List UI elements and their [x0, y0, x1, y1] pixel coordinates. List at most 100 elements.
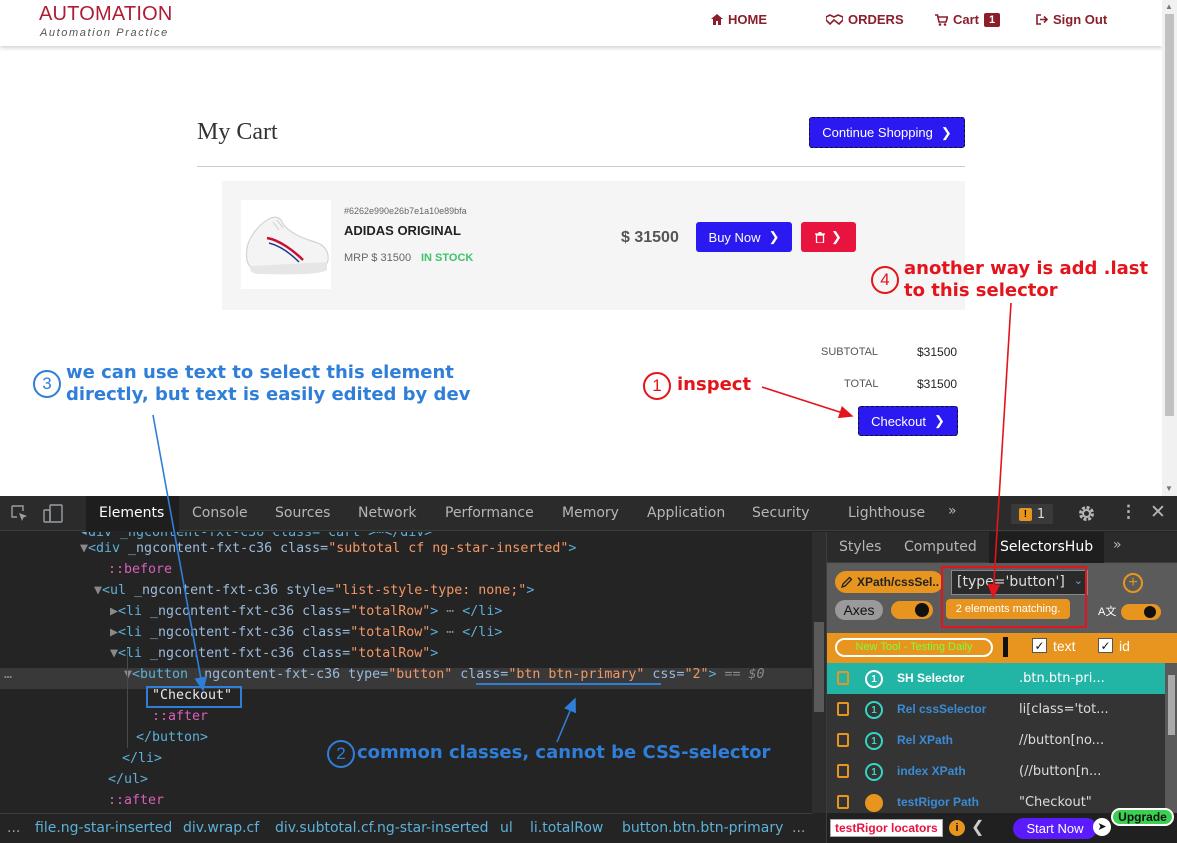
dom-scrollbar-thumb[interactable]: [814, 622, 824, 712]
dom-btn-attr2: class=: [460, 667, 509, 682]
copy-icon[interactable]: [837, 671, 849, 685]
chevron-right-icon: ❯: [940, 124, 952, 140]
continue-shopping-button[interactable]: Continue Shopping ❯: [809, 117, 965, 148]
selector-row[interactable]: 1 Rel cssSelector li[class='tot...: [827, 694, 1165, 725]
breadcrumb-item-selected[interactable]: button.btn.btn-primary: [622, 820, 783, 836]
annotation-number-4: 4: [871, 266, 899, 294]
axes-button[interactable]: Axes: [835, 600, 883, 620]
checkout-button[interactable]: Checkout ❯: [858, 406, 958, 436]
total-value: $31500: [917, 377, 958, 391]
cursor-icon: ➤: [1093, 818, 1111, 836]
tab-computed[interactable]: Computed: [904, 539, 977, 555]
mode-label: XPath/cssSel..: [857, 575, 940, 589]
product-mrp: MRP $ 31500: [344, 252, 412, 264]
more-options-icon[interactable]: ⋮: [1120, 502, 1137, 522]
annotation-highlight-box: [941, 566, 1087, 628]
dom-line-after2[interactable]: ::after: [108, 790, 164, 811]
dom-line-end-button[interactable]: </button>: [136, 727, 208, 748]
dom-end-ul: </ul>: [108, 772, 149, 787]
total-label: TOTAL: [844, 378, 879, 390]
breadcrumb-item[interactable]: file.ng-star-inserted: [35, 820, 172, 836]
nav-home-link[interactable]: HOME: [711, 12, 767, 27]
new-tool-button[interactable]: New Tool - Testing Daily: [835, 638, 993, 657]
breadcrumb-more[interactable]: ...: [7, 820, 20, 836]
selector-type: Rel XPath: [897, 733, 954, 747]
tab-security[interactable]: Security: [752, 505, 810, 521]
tab-network[interactable]: Network: [358, 505, 416, 521]
more-tabs-icon[interactable]: »: [948, 503, 957, 519]
mode-selector[interactable]: XPath/cssSel..: [835, 571, 943, 593]
dom-btn-attr1: _ngcontent-fxt-c36 type=: [196, 667, 389, 682]
dom-line-end-ul[interactable]: </ul>: [108, 769, 148, 790]
scroll-up-icon[interactable]: ▲: [1165, 2, 1173, 11]
cart-count-badge: 1: [984, 12, 1001, 27]
issues-button[interactable]: ! 1: [1011, 504, 1053, 524]
breadcrumb-item[interactable]: div.subtotal.cf.ng-star-inserted: [275, 820, 489, 836]
tab-elements[interactable]: Elements: [99, 505, 164, 521]
text-highlight-box: [146, 686, 242, 708]
dom-line-after[interactable]: ::after: [152, 706, 208, 727]
dom-scrollbar[interactable]: [812, 532, 826, 813]
breadcrumb-item[interactable]: li.totalRow: [530, 820, 603, 836]
copy-icon[interactable]: [837, 733, 849, 747]
selector-row[interactable]: 1 index XPath (//button[n...: [827, 756, 1165, 787]
chevron-left-icon[interactable]: ❮: [971, 817, 984, 837]
devtools-tabbar: Elements Console Sources Network Perform…: [0, 496, 1177, 531]
copy-icon[interactable]: [837, 702, 849, 716]
brand-title[interactable]: AUTOMATION: [39, 3, 172, 26]
start-now-button[interactable]: Start Now: [1013, 818, 1097, 839]
buy-now-button[interactable]: Buy Now ❯: [696, 222, 792, 252]
inspect-element-icon[interactable]: [11, 505, 29, 523]
axes-toggle[interactable]: [891, 601, 933, 619]
tab-styles[interactable]: Styles: [839, 539, 881, 555]
translate-icon[interactable]: A文: [1098, 603, 1116, 619]
text-checkbox[interactable]: ✓: [1032, 638, 1047, 653]
more-side-tabs-icon[interactable]: »: [1113, 537, 1122, 553]
breadcrumb-item[interactable]: div.wrap.cf: [183, 820, 259, 836]
copy-icon[interactable]: [837, 795, 849, 809]
dom-line-button[interactable]: ▼<button _ngcontent-fxt-c36 type="button…: [124, 664, 765, 685]
nav-orders-label: ORDERS: [848, 12, 904, 27]
tab-memory[interactable]: Memory: [562, 505, 619, 521]
delete-item-button[interactable]: ❯: [801, 222, 856, 252]
info-icon[interactable]: i: [949, 820, 965, 836]
tab-application[interactable]: Application: [647, 505, 725, 521]
settings-gear-icon[interactable]: [1077, 504, 1096, 523]
app-root: AUTOMATION Automation Practice HOME ORDE…: [0, 0, 1177, 843]
page-scrollbar[interactable]: ▲ ▼: [1162, 0, 1177, 496]
nav-cart-link[interactable]: Cart 1: [935, 12, 1001, 27]
lang-toggle[interactable]: [1121, 604, 1161, 620]
breadcrumb: ... file.ng-star-inserted div.wrap.cf di…: [0, 813, 812, 843]
selector-row[interactable]: 1 Rel XPath //button[no...: [827, 725, 1165, 756]
selector-row[interactable]: 1 SH Selector .btn.btn-pri...: [827, 663, 1165, 694]
tab-lighthouse[interactable]: Lighthouse: [848, 505, 925, 521]
page-scrollbar-thumb[interactable]: [1165, 14, 1174, 416]
scroll-down-icon[interactable]: ▼: [1165, 484, 1173, 493]
device-toolbar-icon[interactable]: [43, 504, 63, 523]
id-checkbox[interactable]: ✓: [1098, 638, 1113, 653]
tab-sources[interactable]: Sources: [275, 505, 330, 521]
arrow-to-checkout: [761, 386, 854, 419]
tab-selectorshub[interactable]: SelectorsHub: [1000, 539, 1093, 555]
home-icon: [711, 14, 723, 25]
breadcrumb-more[interactable]: ...: [792, 820, 805, 836]
tab-performance[interactable]: Performance: [445, 505, 534, 521]
testrigor-label: testRigor locators: [835, 821, 938, 835]
dom-ellipsis[interactable]: …: [4, 664, 12, 685]
dom-line-end-li[interactable]: </li>: [122, 748, 162, 769]
close-devtools-icon[interactable]: ✕: [1150, 501, 1166, 524]
add-icon[interactable]: +: [1123, 573, 1143, 593]
match-count-badge: 1: [865, 732, 883, 750]
copy-icon[interactable]: [837, 764, 849, 778]
annotation-3-line1: we can use text to select this element: [66, 362, 454, 383]
tab-console[interactable]: Console: [192, 505, 248, 521]
nav-orders-link[interactable]: ORDERS: [826, 12, 904, 27]
annotation-2-text: common classes, cannot be CSS-selector: [357, 742, 771, 763]
breadcrumb-item[interactable]: ul: [500, 820, 513, 836]
match-count-badge: 1: [865, 763, 883, 781]
nav-cart-label: Cart: [953, 12, 980, 27]
testrigor-locators-label[interactable]: testRigor locators: [830, 819, 943, 837]
divider: [197, 166, 965, 167]
issues-count: 1: [1036, 506, 1046, 522]
nav-signout-link[interactable]: Sign Out: [1036, 12, 1107, 27]
